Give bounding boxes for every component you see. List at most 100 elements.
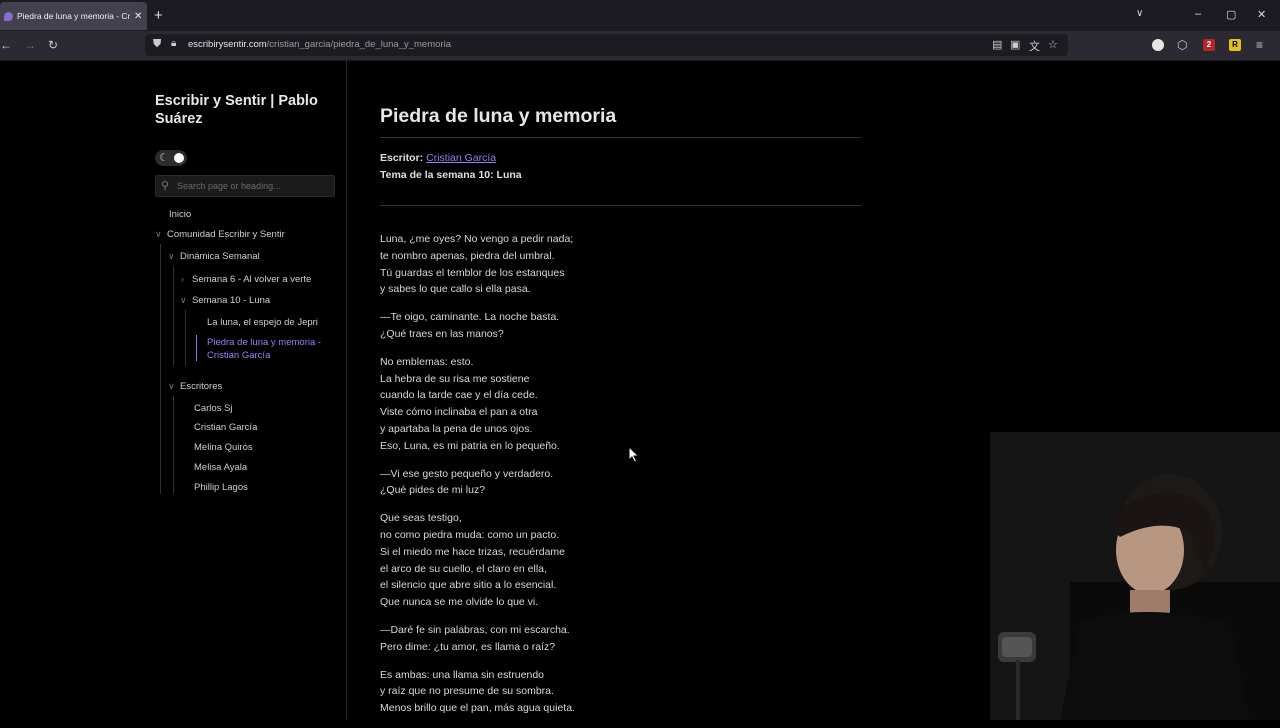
address-bar[interactable]: ⛊ 🔒︎ escribirysentir.com/cristian_garcia… [145,34,1068,56]
minimize-icon[interactable]: – [1195,8,1201,20]
search-icon: ⚲ [161,180,170,192]
webcam-overlay [990,432,1280,720]
poem-body: Luna, ¿me oyes? No vengo a pedir nada; te… [380,231,840,728]
poem-line: Es ambas: una llama sin estruendo [380,668,545,681]
tree-guide [173,396,174,494]
writer-line: Escritor: Cristian García [380,152,496,164]
poem-line: no como piedra muda: como un pacto. [380,528,560,541]
chevron-down-icon[interactable]: ∨ [1136,8,1143,19]
nav-writer[interactable]: Melisa Ayala [194,462,247,473]
poem-stanza: No emblemas: esto. La hebra de su risa me… [380,354,840,455]
page-title: Piedra de luna y memoria [380,105,617,127]
poem-line: cuando la tarde cae y el día cede. [380,389,538,402]
writer-link[interactable]: Cristian García [426,152,496,164]
poem-line: Si el miedo me hace trizas, recuérdame [380,545,565,558]
poem-line: ¿Qué traes en las manos? [380,327,504,340]
nav-dinamica[interactable]: Dinámica Semanal [180,251,260,262]
search-box[interactable]: ⚲ [155,175,335,197]
poem-line: Pero dime: ¿tu amor, es llama o raíz? [380,640,556,653]
reload-icon[interactable]: ↻ [48,38,58,52]
picture-icon[interactable]: ▣ [1010,38,1020,51]
translate-icon[interactable]: 文 [1029,38,1040,54]
shield-icon[interactable]: ⛊ [153,38,161,51]
site-favicon-icon [4,11,13,21]
chevron-down-icon[interactable]: ∨ [168,381,175,392]
tree-guide [173,266,174,366]
tab-bar: Piedra de luna y memoria - Cristian Garc… [0,0,1280,31]
extension-r-icon[interactable]: R [1229,39,1241,51]
theme-line: Tema de la semana 10: Luna [380,169,522,181]
webcam-person-image [990,432,1280,720]
sidebar-divider [346,60,347,720]
chevron-down-icon[interactable]: ∨ [155,229,162,240]
poem-stanza: —Te oigo, caminante. La noche basta. ¿Qué… [380,309,840,343]
nav-piedra-active[interactable]: Piedra de luna y memoria - Cristian Garc… [207,336,327,362]
poem-line: ¿Qué pides de mi luz? [380,484,486,497]
nav-writer[interactable]: Cristian García [194,422,257,433]
new-tab-button[interactable]: + [154,7,163,24]
tab-active[interactable]: Piedra de luna y memoria - Cristian Garc… [0,2,147,30]
poem-line: No emblemas: esto. [380,355,474,368]
reader-view-icon[interactable]: ▤ [992,38,1002,51]
poem-line: y apartaba la pena de unos ojos. [380,422,533,435]
nav-writer[interactable]: Carlos Sj [194,403,233,414]
site-title[interactable]: Escribir y Sentir | Pablo Suárez [155,92,335,128]
poem-stanza: Es ambas: una llama sin estruendo y raíz … [380,667,840,717]
menu-icon[interactable]: ≡ [1256,38,1263,52]
poem-stanza: Luna, ¿me oyes? No vengo a pedir nada; te… [380,231,840,298]
nav-inicio[interactable]: Inicio [169,209,191,220]
nav-luna-espejo[interactable]: La luna, el espejo de Jepri [207,317,318,328]
bookmark-star-icon[interactable]: ☆ [1048,38,1058,51]
poem-line: Tú guardas el temblor de los estanques [380,266,565,279]
poem-line: el arco de su cuello, el claro en ella, [380,562,547,575]
url-text[interactable]: escribirysentir.com/cristian_garcia/pied… [188,39,451,50]
lock-icon[interactable]: 🔒︎ [171,38,176,49]
moon-icon: ☾ [159,152,169,164]
maximize-icon[interactable]: ▢ [1226,8,1236,21]
poem-line: Que nunca se me olvide lo que vi. [380,596,539,609]
writer-label: Escritor: [380,152,424,164]
poem-line: La hebra de su risa me sostiene [380,372,530,385]
account-icon[interactable] [1152,39,1164,51]
back-icon[interactable]: ← [0,38,12,52]
nav-writer[interactable]: Phillip Lagos [194,482,248,493]
mouse-cursor-icon [628,446,640,463]
tree-guide [160,244,161,494]
close-window-icon[interactable]: ✕ [1257,8,1266,21]
divider [380,137,861,138]
poem-line: y raíz que no presume de su sombra. [380,685,554,698]
tab-close-icon[interactable]: ✕ [134,11,142,22]
url-path: /cristian_garcia/piedra_de_luna_y_memori… [266,39,451,50]
chevron-down-icon[interactable]: ∨ [168,251,175,262]
poem-line: —Te oigo, caminante. La noche basta. [380,311,560,324]
poem-line: te nombro apenas, piedra del umbral. [380,249,555,262]
nav-escritores[interactable]: Escritores [180,381,222,392]
url-domain: escribirysentir.com [188,39,267,50]
nav-semana6[interactable]: Semana 6 - Al volver a verte [192,274,311,285]
poem-stanza: —Vi ese gesto pequeño y verdadero. ¿Qué p… [380,466,840,500]
poem-stanza: Que seas testigo, no como piedra muda: co… [380,510,840,611]
poem-line: Luna, ¿me oyes? No vengo a pedir nada; [380,233,574,245]
extension-badge-icon[interactable]: 2 [1203,39,1215,51]
poem-line: Viste cómo inclinaba el pan a otra [380,406,538,419]
active-indicator [196,335,197,361]
poem-line: Eso, Luna, es mi patria en lo pequeño. [380,439,560,452]
nav-comunidad[interactable]: Comunidad Escribir y Sentir [167,229,285,240]
extensions-puzzle-icon[interactable]: ⬡ [1177,38,1187,52]
chevron-right-icon[interactable]: › [181,274,184,284]
navigation-bar: ← → ↻ ⛊ 🔒︎ escribirysentir.com/cristian_… [0,31,1280,61]
tree-guide [185,310,186,366]
search-input[interactable] [175,177,329,195]
poem-stanza: —Daré fe sin palabras, con mi escarcha. P… [380,622,840,656]
forward-icon[interactable]: → [24,38,36,52]
theme-toggle[interactable]: ☾ [155,150,187,166]
nav-writer[interactable]: Melina Quirós [194,442,253,453]
chevron-down-icon[interactable]: ∨ [180,295,187,306]
poem-line: Que seas testigo, [380,512,462,525]
tab-title: Piedra de luna y memoria - Cristian Garc… [17,11,130,21]
poem-line: y sabes lo que callo si ella pasa. [380,283,531,296]
nav-semana10[interactable]: Semana 10 - Luna [192,295,270,306]
poem-line: —Vi ese gesto pequeño y verdadero. [380,467,554,480]
poem-line: el silencio que abre sitio a lo esencial… [380,579,557,592]
poem-line: —Daré fe sin palabras, con mi escarcha. [380,623,570,636]
